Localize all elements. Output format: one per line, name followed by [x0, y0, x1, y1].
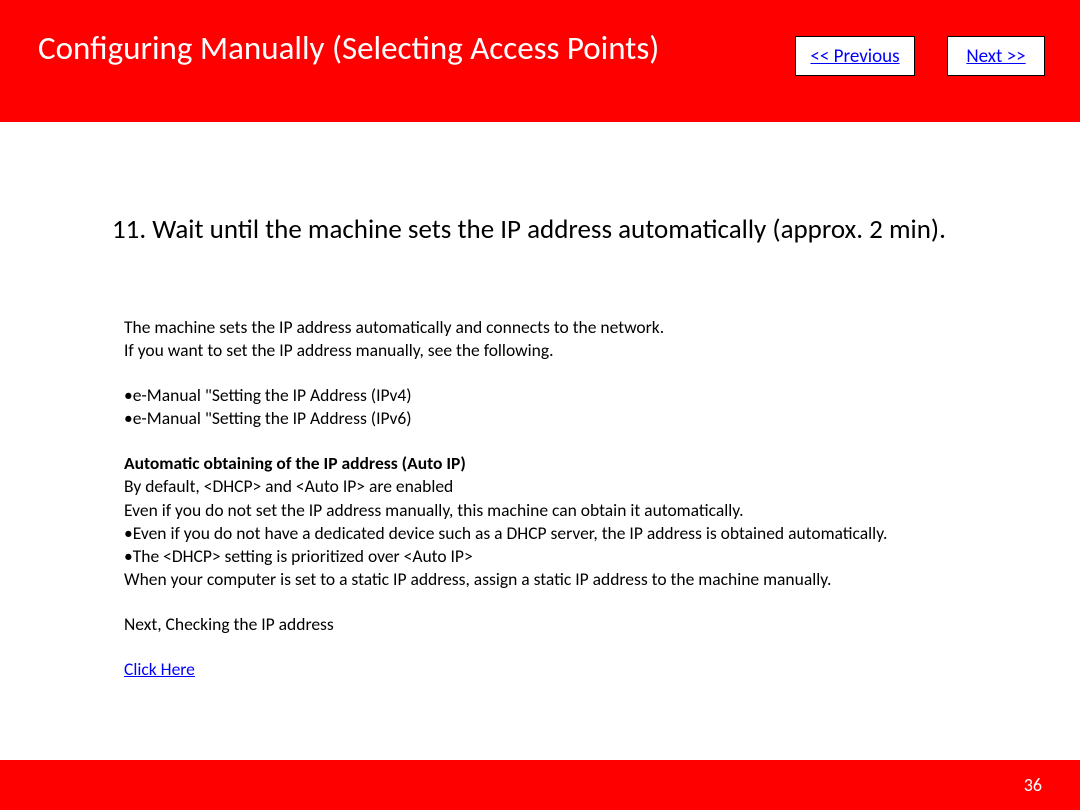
paragraph: Even if you do not set the IP address ma…: [124, 499, 994, 522]
bullet-line: •Even if you do not have a dedicated dev…: [124, 522, 994, 545]
paragraph: Next, Checking the IP address: [124, 613, 994, 636]
click-here-link[interactable]: Click Here: [124, 658, 195, 680]
previous-button[interactable]: << Previous: [795, 36, 915, 76]
subheading: Automatic obtaining of the IP address (A…: [124, 452, 994, 475]
step-heading: 11. Wait until the machine sets the IP a…: [112, 212, 962, 248]
next-link-label: Next >>: [966, 45, 1025, 68]
bullet-line: •e-Manual "Setting the IP Address (IPv6): [124, 407, 994, 430]
paragraph: When your computer is set to a static IP…: [124, 568, 994, 591]
previous-link-label: << Previous: [810, 45, 899, 68]
page-number: 36: [1024, 774, 1042, 796]
content-area: 11. Wait until the machine sets the IP a…: [0, 122, 1080, 760]
paragraph: If you want to set the IP address manual…: [124, 339, 994, 362]
next-button[interactable]: Next >>: [947, 36, 1045, 76]
paragraph: By default, <DHCP> and <Auto IP> are ena…: [124, 475, 994, 498]
bullet-line: •The <DHCP> setting is prioritized over …: [124, 545, 994, 568]
header-bar: Configuring Manually (Selecting Access P…: [0, 0, 1080, 122]
bullet-line: •e-Manual "Setting the IP Address (IPv4): [124, 384, 994, 407]
body-text: The machine sets the IP address automati…: [124, 316, 994, 681]
footer-bar: 36: [0, 760, 1080, 810]
paragraph: The machine sets the IP address automati…: [124, 316, 994, 339]
